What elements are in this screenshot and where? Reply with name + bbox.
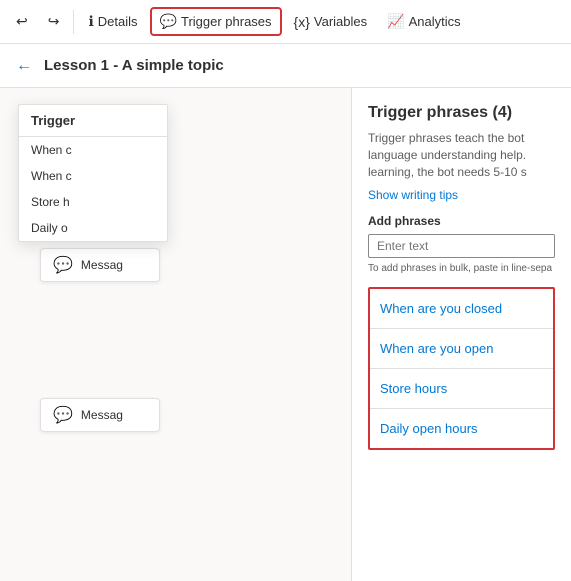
analytics-label: Analytics	[409, 14, 461, 29]
trigger-phrases-label: Trigger phrases	[181, 14, 272, 29]
show-tips-link[interactable]: Show writing tips	[368, 188, 555, 202]
back-button[interactable]: ←	[12, 53, 36, 79]
bulk-hint: To add phrases in bulk, paste in line-se…	[368, 262, 555, 275]
phrase-item-3[interactable]: Store hours	[370, 369, 553, 409]
breadcrumb-bar: ← Lesson 1 - A simple topic	[0, 44, 571, 88]
dropdown-item-1[interactable]: When c	[19, 137, 167, 163]
phrases-list: When are you closed When are you open St…	[368, 287, 555, 450]
redo-button[interactable]: ↪	[40, 9, 68, 34]
message-label-bottom: Messag	[81, 408, 123, 422]
phrase-item-4[interactable]: Daily open hours	[370, 409, 553, 448]
panel-description: Trigger phrases teach the bot language u…	[368, 130, 555, 180]
trigger-phrases-button[interactable]: 💬 Trigger phrases	[150, 7, 282, 36]
phrase-item-2[interactable]: When are you open	[370, 329, 553, 369]
page-title: Lesson 1 - A simple topic	[44, 57, 224, 74]
add-phrases-label: Add phrases	[368, 214, 555, 228]
variables-label: Variables	[314, 14, 367, 29]
separator-1	[73, 10, 74, 34]
dropdown-panel: Trigger When c When c Store h Daily o	[18, 104, 168, 242]
dropdown-item-4[interactable]: Daily o	[19, 215, 167, 241]
message-icon-bottom: 💬	[53, 405, 73, 425]
variables-button[interactable]: {x} Variables	[286, 10, 376, 34]
dropdown-item-3[interactable]: Store h	[19, 189, 167, 215]
main-content: Trigger When c When c Store h Daily o 💬 …	[0, 88, 571, 581]
phrase-input[interactable]	[368, 234, 555, 258]
message-label-top: Messag	[81, 258, 123, 272]
undo-button[interactable]: ↩	[8, 9, 36, 34]
details-button[interactable]: ℹ Details	[80, 9, 145, 34]
analytics-icon: 📈	[387, 13, 404, 30]
right-panel: Trigger phrases (4) Trigger phrases teac…	[351, 88, 571, 581]
analytics-button[interactable]: 📈 Analytics	[379, 9, 468, 34]
dropdown-header: Trigger	[19, 105, 167, 137]
details-label: Details	[98, 14, 138, 29]
variables-icon: {x}	[294, 14, 310, 30]
canvas-area: Trigger When c When c Store h Daily o 💬 …	[0, 88, 351, 581]
details-icon: ℹ	[88, 13, 93, 30]
redo-icon: ↪	[48, 13, 60, 30]
dropdown-item-2[interactable]: When c	[19, 163, 167, 189]
trigger-icon: 💬	[160, 13, 177, 30]
message-node-top[interactable]: 💬 Messag	[40, 248, 160, 282]
message-icon-top: 💬	[53, 255, 73, 275]
back-icon: ←	[16, 57, 32, 75]
phrase-item-1[interactable]: When are you closed	[370, 289, 553, 329]
panel-title: Trigger phrases (4)	[368, 104, 555, 122]
toolbar: ↩ ↪ ℹ Details 💬 Trigger phrases {x} Vari…	[0, 0, 571, 44]
message-node-bottom[interactable]: 💬 Messag	[40, 398, 160, 432]
undo-icon: ↩	[16, 13, 28, 30]
